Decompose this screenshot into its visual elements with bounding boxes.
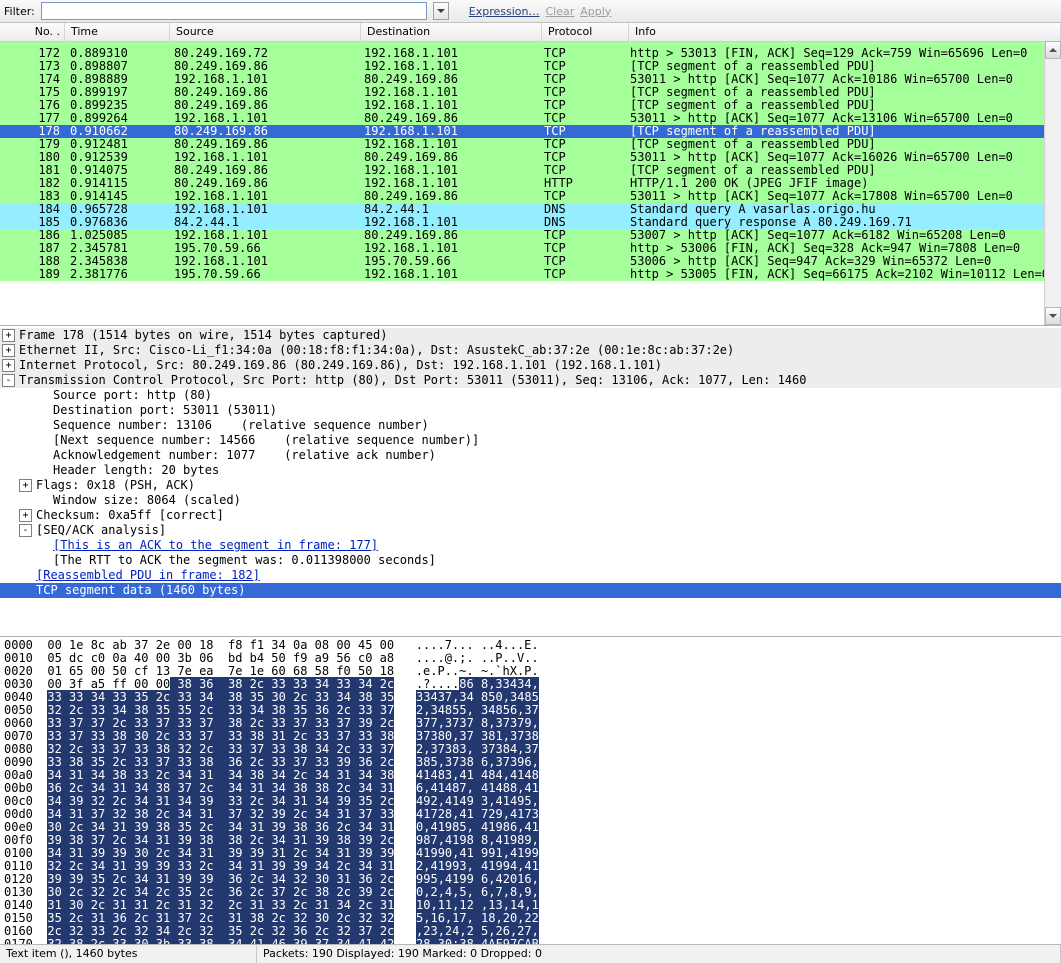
tree-node-label: Frame 178 (1514 bytes on wire, 1514 byte…	[19, 328, 387, 343]
expand-icon[interactable]: +	[2, 344, 15, 357]
expand-icon[interactable]: +	[19, 509, 32, 522]
tree-node-label: Window size: 8064 (scaled)	[53, 493, 241, 508]
tree-node-label: [SEQ/ACK analysis]	[36, 523, 166, 538]
packet-row[interactable]: 1830.914145192.168.1.10180.249.169.86TCP…	[0, 190, 1061, 203]
tree-node[interactable]: -Transmission Control Protocol, Src Port…	[0, 373, 1061, 388]
tree-node-label: Transmission Control Protocol, Src Port:…	[19, 373, 806, 388]
packet-bytes-pane[interactable]: 0000 00 1e 8c ab 37 2e 00 18 f8 f1 34 0a…	[0, 637, 1061, 944]
packet-row[interactable]: 1810.91407580.249.169.86192.168.1.101TCP…	[0, 164, 1061, 177]
tree-node[interactable]: [The RTT to ACK the segment was: 0.01139…	[0, 553, 1061, 568]
packet-list-header: No. . Time Source Destination Protocol I…	[0, 23, 1061, 42]
collapse-icon[interactable]: -	[2, 374, 15, 387]
packet-row[interactable]: 1760.89923580.249.169.86192.168.1.101TCP…	[0, 99, 1061, 112]
chevron-up-icon	[1049, 46, 1057, 54]
col-info[interactable]: Info	[629, 23, 1061, 41]
packet-row[interactable]: 1882.345838192.168.1.101195.70.59.66TCP5…	[0, 255, 1061, 268]
clear-link[interactable]: Clear	[545, 5, 574, 18]
packet-row[interactable]: 1800.912539192.168.1.10180.249.169.86TCP…	[0, 151, 1061, 164]
tree-node-label: Header length: 20 bytes	[53, 463, 219, 478]
tree-node[interactable]: + Checksum: 0xa5ff [correct]	[0, 508, 1061, 523]
packet-row[interactable]: 1840.965728192.168.1.10184.2.44.1DNSStan…	[0, 203, 1061, 216]
tree-node-label: Internet Protocol, Src: 80.249.169.86 (8…	[19, 358, 662, 373]
chevron-down-icon	[437, 7, 445, 15]
tree-node-label: Sequence number: 13106 (relative sequenc…	[53, 418, 429, 433]
packet-row[interactable]: 1720.88931080.249.169.72192.168.1.101TCP…	[0, 47, 1061, 60]
filter-toolbar: Filter: Expression… Clear Apply	[0, 0, 1061, 23]
tree-node[interactable]: + Internet Protocol, Src: 80.249.169.86 (…	[0, 358, 1061, 373]
tree-node[interactable]: + Frame 178 (1514 bytes on wire, 1514 byt…	[0, 328, 1061, 343]
col-destination[interactable]: Destination	[361, 23, 542, 41]
col-time[interactable]: Time	[65, 23, 170, 41]
expand-icon[interactable]: +	[2, 359, 15, 372]
scroll-down-button[interactable]	[1045, 307, 1061, 325]
filter-input[interactable]	[41, 2, 427, 20]
packet-row[interactable]: 1892.381776195.70.59.66192.168.1.101TCPh…	[0, 268, 1061, 281]
packet-list-pane: No. . Time Source Destination Protocol I…	[0, 23, 1061, 326]
packet-row[interactable]: 1820.91411580.249.169.86192.168.1.101HTT…	[0, 177, 1061, 190]
col-protocol[interactable]: Protocol	[542, 23, 629, 41]
tree-node[interactable]: TCP segment data (1460 bytes)	[0, 583, 1061, 598]
packet-list-scrollbar[interactable]	[1044, 41, 1061, 325]
tree-node-label: Source port: http (80)	[53, 388, 212, 403]
filter-dropdown-button[interactable]	[433, 2, 449, 20]
packet-row[interactable]: 1730.89880780.249.169.86192.168.1.101TCP…	[0, 60, 1061, 73]
tree-node-label: [This is an ACK to the segment in frame:…	[53, 538, 378, 553]
tree-node[interactable]: + Flags: 0x18 (PSH, ACK)	[0, 478, 1061, 493]
col-no[interactable]: No. .	[0, 23, 65, 41]
packet-row[interactable]: 1790.91248180.249.169.86192.168.1.101TCP…	[0, 138, 1061, 151]
expand-icon[interactable]: +	[2, 329, 15, 342]
tree-node[interactable]: [This is an ACK to the segment in frame:…	[0, 538, 1061, 553]
packet-row[interactable]: 1750.89919780.249.169.86192.168.1.101TCP…	[0, 86, 1061, 99]
tree-node-label: Acknowledgement number: 1077 (relative a…	[53, 448, 436, 463]
tree-node[interactable]: + Ethernet II, Src: Cisco-Li_f1:34:0a (00…	[0, 343, 1061, 358]
expression-link[interactable]: Expression…	[469, 5, 540, 18]
tree-node[interactable]: [Next sequence number: 14566 (relative s…	[0, 433, 1061, 448]
packet-row[interactable]: 1861.025085192.168.1.10180.249.169.86TCP…	[0, 229, 1061, 242]
scroll-up-button[interactable]	[1045, 41, 1061, 59]
tree-node[interactable]: Acknowledgement number: 1077 (relative a…	[0, 448, 1061, 463]
collapse-icon[interactable]: -	[19, 524, 32, 537]
tree-node-label: Ethernet II, Src: Cisco-Li_f1:34:0a (00:…	[19, 343, 734, 358]
col-source[interactable]: Source	[170, 23, 361, 41]
packet-rows[interactable]: 1720.88931080.249.169.72192.168.1.101TCP…	[0, 42, 1061, 325]
tree-node[interactable]: Window size: 8064 (scaled)	[0, 493, 1061, 508]
packet-row[interactable]: 1780.91066280.249.169.86192.168.1.101TCP…	[0, 125, 1061, 138]
packet-details-pane[interactable]: + Frame 178 (1514 bytes on wire, 1514 byt…	[0, 326, 1061, 637]
filter-label: Filter:	[4, 5, 35, 18]
packet-row[interactable]: 1850.97683684.2.44.1192.168.1.101DNSStan…	[0, 216, 1061, 229]
tree-node-label: Checksum: 0xa5ff [correct]	[36, 508, 224, 523]
tree-node[interactable]: Sequence number: 13106 (relative sequenc…	[0, 418, 1061, 433]
tree-node[interactable]: Header length: 20 bytes	[0, 463, 1061, 478]
tree-node[interactable]: Destination port: 53011 (53011)	[0, 403, 1061, 418]
tree-node[interactable]: Source port: http (80)	[0, 388, 1061, 403]
tree-node-label: Destination port: 53011 (53011)	[53, 403, 277, 418]
tree-node-label: Flags: 0x18 (PSH, ACK)	[36, 478, 195, 493]
status-left: Text item (), 1460 bytes	[0, 945, 257, 963]
packet-row[interactable]: 1740.898889192.168.1.10180.249.169.86TCP…	[0, 73, 1061, 86]
tree-node-label: TCP segment data (1460 bytes)	[0, 583, 1061, 598]
tree-node-label: [Next sequence number: 14566 (relative s…	[53, 433, 479, 448]
status-bar: Text item (), 1460 bytes Packets: 190 Di…	[0, 944, 1061, 963]
chevron-down-icon	[1049, 312, 1057, 320]
tree-node-label: [Reassembled PDU in frame: 182]	[36, 568, 260, 583]
packet-row[interactable]: 1770.899264192.168.1.10180.249.169.86TCP…	[0, 112, 1061, 125]
apply-link[interactable]: Apply	[580, 5, 611, 18]
expand-icon[interactable]: +	[19, 479, 32, 492]
tree-node-label: [The RTT to ACK the segment was: 0.01139…	[53, 553, 436, 568]
tree-node[interactable]: -[SEQ/ACK analysis]	[0, 523, 1061, 538]
status-packets: Packets: 190 Displayed: 190 Marked: 0 Dr…	[257, 945, 1061, 963]
packet-row[interactable]: 1872.345781195.70.59.66192.168.1.101TCPh…	[0, 242, 1061, 255]
tree-node[interactable]: [Reassembled PDU in frame: 182]	[0, 568, 1061, 583]
